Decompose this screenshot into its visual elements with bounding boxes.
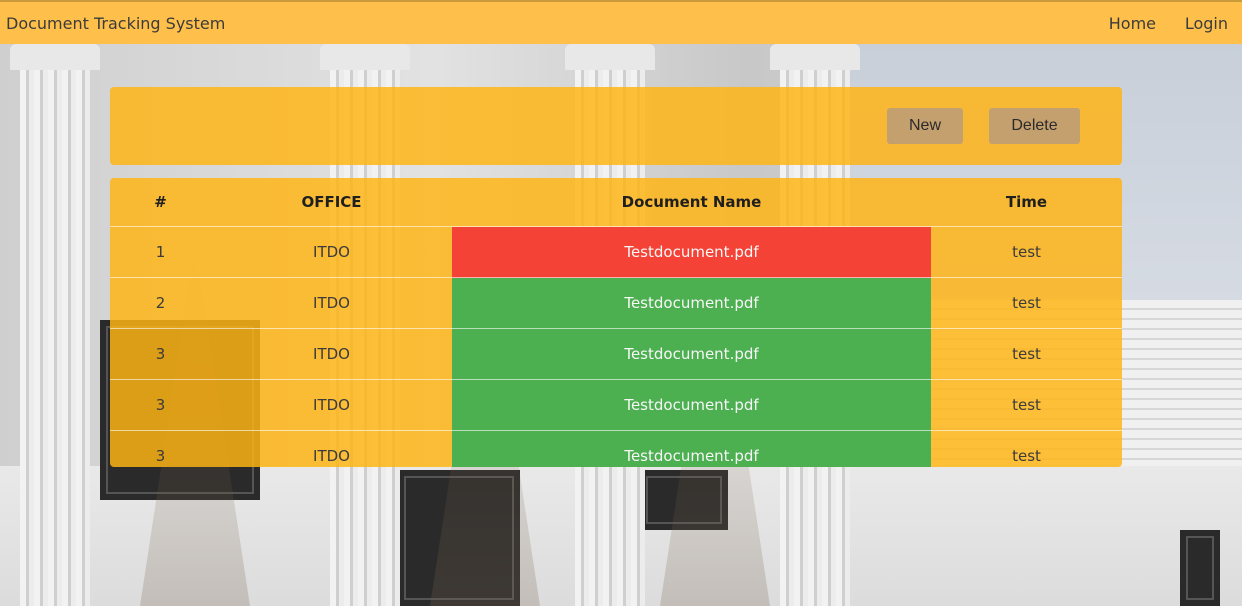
header-time: Time [931,178,1122,227]
documents-table: # OFFICE Document Name Time 1 ITDO Testd… [110,178,1122,467]
cell-document-name[interactable]: Testdocument.pdf [452,328,931,380]
new-button[interactable]: New [887,108,963,144]
documents-table-panel: # OFFICE Document Name Time 1 ITDO Testd… [110,178,1122,467]
background-window [1180,530,1220,606]
cell-num: 3 [155,447,166,465]
table-row[interactable]: 3 ITDO Testdocument.pdf test [110,430,1122,467]
cell-num: 2 [110,277,211,329]
cell-office: ITDO [211,379,452,431]
cell-office: ITDO [313,447,350,465]
cell-time: test [931,277,1122,329]
cell-num: 1 [110,226,211,278]
cell-document-name[interactable]: Testdocument.pdf [452,226,931,278]
cell-time: test [931,328,1122,380]
action-toolbar: New Delete [110,87,1122,165]
header-num: # [110,178,211,227]
cell-document-name[interactable]: Testdocument.pdf [452,379,931,431]
cell-num: 3 [110,328,211,380]
header-document-name: Document Name [452,178,931,227]
cell-office: ITDO [211,277,452,329]
table-header-row: # OFFICE Document Name Time [110,178,1122,227]
cell-office: ITDO [211,328,452,380]
background-column [10,44,100,606]
table-row[interactable]: 1 ITDO Testdocument.pdf test [110,226,1122,278]
cell-num: 3 [110,379,211,431]
cell-document-name[interactable]: Testdocument.pdf [452,277,931,329]
cell-time: test [931,226,1122,278]
brand-title[interactable]: Document Tracking System [6,14,225,33]
header-office: OFFICE [211,178,452,227]
cell-office: ITDO [211,226,452,278]
delete-button[interactable]: Delete [989,108,1080,144]
cell-time: test [931,379,1122,431]
top-navbar: Document Tracking System Home Login [0,0,1242,44]
nav-login-link[interactable]: Login [1185,14,1228,33]
table-row[interactable]: 3 ITDO Testdocument.pdf test [110,328,1122,380]
table-row[interactable]: 3 ITDO Testdocument.pdf test [110,379,1122,431]
nav-home-link[interactable]: Home [1109,14,1156,33]
table-row[interactable]: 2 ITDO Testdocument.pdf test [110,277,1122,329]
cell-time: test [1012,447,1041,465]
cell-document-name[interactable]: Testdocument.pdf [452,430,931,467]
